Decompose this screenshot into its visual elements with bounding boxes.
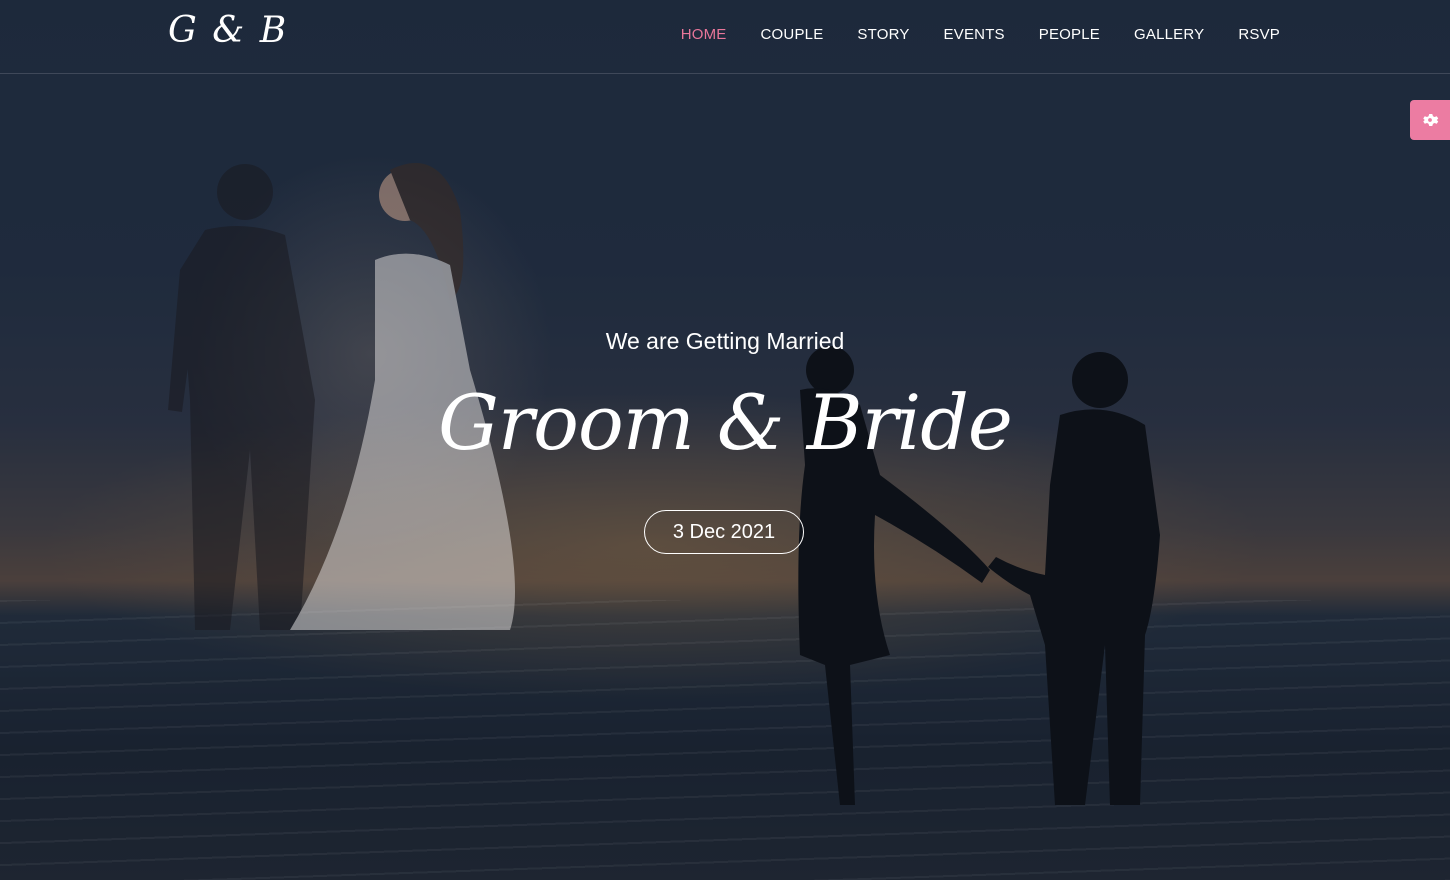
nav-rsvp[interactable]: RSVP xyxy=(1238,26,1280,43)
settings-button[interactable] xyxy=(1410,100,1450,140)
nav-events[interactable]: EVENTS xyxy=(944,26,1005,43)
nav-gallery[interactable]: GALLERY xyxy=(1134,26,1204,43)
nav-home[interactable]: HOME xyxy=(681,26,727,43)
top-navbar: G & B HOME COUPLE STORY EVENTS PEOPLE GA… xyxy=(0,0,1450,74)
nav-people[interactable]: PEOPLE xyxy=(1039,26,1100,43)
hero-tagline: We are Getting Married xyxy=(605,328,845,354)
site-logo[interactable]: G & B xyxy=(168,10,288,51)
main-menu: HOME COUPLE STORY EVENTS PEOPLE GALLERY … xyxy=(681,26,1280,43)
nav-couple[interactable]: COUPLE xyxy=(761,26,824,43)
sea-waves xyxy=(0,600,1450,880)
nav-story[interactable]: STORY xyxy=(857,26,909,43)
gear-icon xyxy=(1423,114,1439,126)
couple-names: Groom & Bride xyxy=(438,378,1013,467)
wedding-date-badge: 3 Dec 2021 xyxy=(644,510,804,554)
